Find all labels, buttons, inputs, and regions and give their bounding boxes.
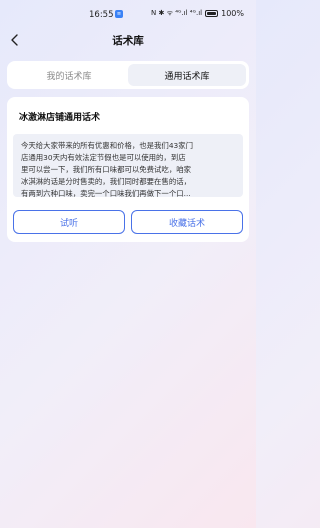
- card-actions: 试听 收藏话术: [13, 210, 243, 234]
- notification-badge-icon: ≡: [115, 10, 123, 18]
- battery-icon: [205, 10, 219, 17]
- page-title: 话术库: [112, 35, 144, 47]
- script-line: 有两到六种口味，卖完一个口味我们再做下一个口...: [21, 189, 191, 197]
- script-line: 今天给大家带来的所有优惠和价格，也是我们43家门: [21, 141, 194, 150]
- status-icons: N ✱ ᯤ ⁴ᴳ.ıl ⁴ᴳ.ıl 100%: [151, 9, 244, 18]
- collect-script-button[interactable]: 收藏话术: [131, 210, 243, 234]
- script-card: 冰激淋店铺通用话术 今天给大家带来的所有优惠和价格，也是我们43家门 店通用30…: [7, 97, 249, 242]
- tab-bar: 我的话术库 通用话术库: [7, 61, 249, 89]
- script-content: 今天给大家带来的所有优惠和价格，也是我们43家门 店通用30天内有效法定节假也是…: [13, 134, 243, 197]
- tab-my-scripts[interactable]: 我的话术库: [10, 64, 128, 86]
- network-status-icons: N ✱ ᯤ ⁴ᴳ.ıl ⁴ᴳ.ıl: [151, 9, 203, 17]
- script-line: 店通用30天内有效法定节假也是可以使用的，到店: [21, 153, 186, 162]
- script-line: 里可以尝一下，我们所有口味都可以免费试吃，咱家: [21, 165, 191, 174]
- status-bar: 16:55 ≡ N ✱ ᯤ ⁴ᴳ.ıl ⁴ᴳ.ıl 100%: [0, 0, 256, 30]
- battery-percent: 100%: [221, 9, 244, 18]
- listen-button[interactable]: 试听: [13, 210, 125, 234]
- card-title: 冰激淋店铺通用话术: [19, 113, 101, 123]
- status-time: 16:55: [89, 10, 114, 20]
- nav-bar: 话术库: [0, 30, 256, 52]
- script-line: 冰淇淋的话是分时售卖的，我们同时都要在售的话，: [21, 177, 191, 186]
- tab-common-scripts[interactable]: 通用话术库: [128, 64, 246, 86]
